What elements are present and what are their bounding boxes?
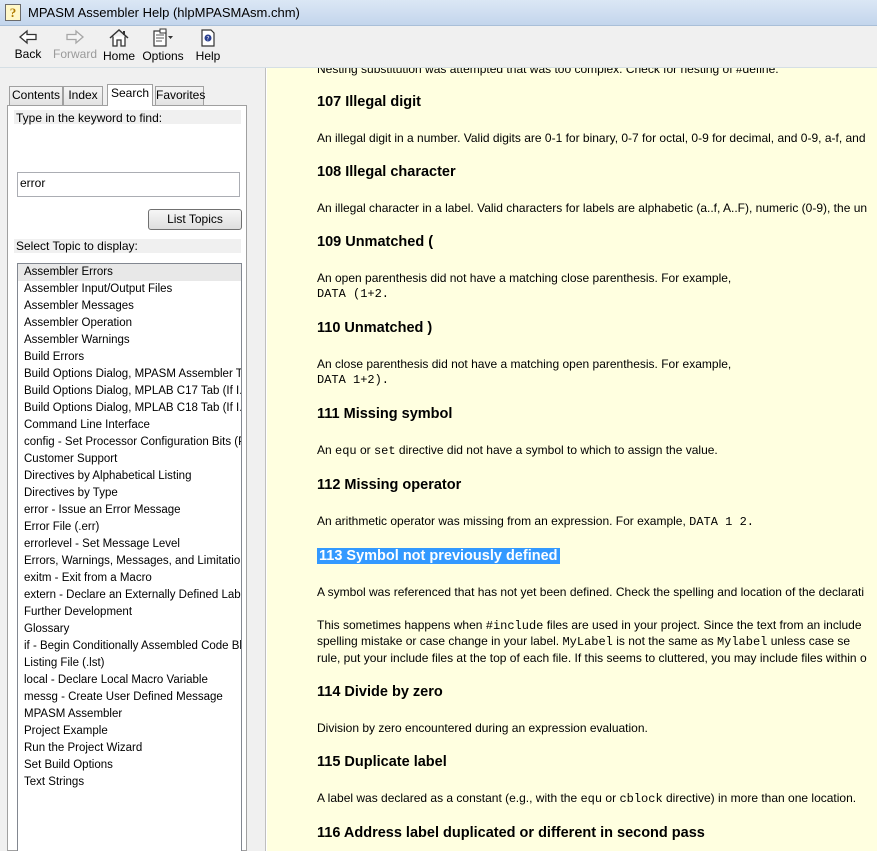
text-109: An open parenthesis did not have a match… (317, 271, 732, 285)
list-item[interactable]: Build Options Dialog, MPLAB C18 Tab (If … (18, 400, 241, 417)
text-111: An equ or set directive did not have a s… (317, 443, 718, 458)
home-label: Home (102, 49, 135, 63)
heading-108: 108 Illegal character (317, 164, 456, 180)
options-button[interactable]: Options (142, 28, 184, 66)
heading-115: 115 Duplicate label (317, 754, 447, 770)
options-menu-icon (153, 28, 173, 47)
list-item[interactable]: Assembler Messages (18, 298, 241, 315)
heading-107: 107 Illegal digit (317, 94, 421, 110)
text-113-p2-line2: spelling mistake or case change in your … (317, 634, 851, 649)
text-107: An illegal digit in a number. Valid digi… (317, 131, 866, 145)
help-label: Help (195, 49, 221, 63)
list-item[interactable]: Directives by Type (18, 485, 241, 502)
heading-112: 112 Missing operator (317, 477, 462, 493)
text-113-p2-line3: rule, put your include files at the top … (317, 651, 867, 665)
forward-label: Forward (52, 47, 97, 61)
list-item[interactable]: Build Options Dialog, MPASM Assembler T.… (18, 366, 241, 383)
back-button[interactable]: Back (10, 28, 46, 66)
home-button[interactable]: Home (102, 28, 136, 66)
search-prompt-label: Type in the keyword to find: (16, 111, 163, 125)
list-item[interactable]: Assembler Errors (18, 264, 241, 281)
tab-index[interactable]: Index (63, 86, 103, 105)
heading-116: 116 Address label duplicated or differen… (317, 825, 705, 841)
heading-114: 114 Divide by zero (317, 684, 443, 700)
list-item[interactable]: local - Declare Local Macro Variable (18, 672, 241, 689)
heading-109: 109 Unmatched ( (317, 234, 434, 250)
list-item[interactable]: messg - Create User Defined Message (18, 689, 241, 706)
search-panel: Type in the keyword to find: error List … (7, 105, 247, 851)
text-113: A symbol was referenced that has not yet… (317, 585, 865, 599)
title-bar: ? MPASM Assembler Help (hlpMPASMAsm.chm) (0, 0, 877, 26)
help-book-icon: ? (5, 4, 21, 21)
list-item[interactable]: Directives by Alphabetical Listing (18, 468, 241, 485)
list-item[interactable]: Customer Support (18, 451, 241, 468)
topic-list[interactable]: Assembler Errors Assembler Input/Output F… (17, 263, 242, 851)
list-item[interactable]: error - Issue an Error Message (18, 502, 241, 519)
help-button[interactable]: ? Help (192, 28, 224, 66)
text-115: A label was declared as a constant (e.g.… (317, 791, 857, 806)
text-110: An close parenthesis did not have a matc… (317, 357, 732, 371)
list-item[interactable]: Text Strings (18, 774, 241, 791)
help-book-icon: ? (201, 29, 215, 47)
list-item[interactable]: Error File (.err) (18, 519, 241, 536)
list-item[interactable]: config - Set Processor Configuration Bit… (18, 434, 241, 451)
window-title: MPASM Assembler Help (hlpMPASMAsm.chm) (28, 5, 300, 20)
text-112: An arithmetic operator was missing from … (317, 514, 754, 529)
tab-contents[interactable]: Contents (9, 86, 63, 105)
list-item[interactable]: Project Example (18, 723, 241, 740)
toolbar: Back Forward Home Options ? Help (0, 26, 877, 68)
tab-favorites[interactable]: Favorites (155, 86, 205, 105)
list-item[interactable]: if - Begin Conditionally Assembled Code … (18, 638, 241, 655)
list-item[interactable]: Command Line Interface (18, 417, 241, 434)
help-content: Nesting substitution was attempted that … (267, 68, 877, 851)
list-topics-button[interactable]: List Topics (148, 209, 242, 230)
list-item[interactable]: extern - Declare an Externally Defined L… (18, 587, 241, 604)
text-114: Division by zero encountered during an e… (317, 721, 648, 735)
list-item[interactable]: Build Errors (18, 349, 241, 366)
list-item[interactable]: Assembler Warnings (18, 332, 241, 349)
forward-button[interactable]: Forward (52, 28, 98, 66)
list-item[interactable]: MPASM Assembler (18, 706, 241, 723)
pane-splitter[interactable] (253, 68, 266, 851)
back-label: Back (14, 47, 42, 61)
list-item[interactable]: Assembler Operation (18, 315, 241, 332)
list-item[interactable]: exitm - Exit from a Macro (18, 570, 241, 587)
tab-search[interactable]: Search (107, 84, 153, 106)
list-item[interactable]: Assembler Input/Output Files (18, 281, 241, 298)
forward-arrow-icon (66, 29, 84, 45)
select-topic-label: Select Topic to display: (16, 239, 138, 253)
list-item[interactable]: Set Build Options (18, 757, 241, 774)
list-item[interactable]: Further Development (18, 604, 241, 621)
list-item[interactable]: errorlevel - Set Message Level (18, 536, 241, 553)
list-item[interactable]: Run the Project Wizard (18, 740, 241, 757)
code-110: DATA 1+2). (317, 373, 390, 387)
search-input[interactable]: error (17, 172, 240, 197)
options-label: Options (142, 49, 184, 63)
text-113-p2: This sometimes happens when #include fil… (317, 618, 862, 633)
list-item[interactable]: Build Options Dialog, MPLAB C17 Tab (If … (18, 383, 241, 400)
heading-110: 110 Unmatched ) (317, 320, 433, 336)
code-109: DATA (1+2. (317, 287, 390, 301)
list-item[interactable]: Glossary (18, 621, 241, 638)
partial-text: Nesting substitution was attempted that … (317, 68, 779, 76)
svg-text:?: ? (206, 36, 209, 43)
back-arrow-icon (19, 29, 37, 45)
home-icon (109, 28, 129, 47)
text-108: An illegal character in a label. Valid c… (317, 201, 868, 215)
list-item[interactable]: Errors, Warnings, Messages, and Limitati… (18, 553, 241, 570)
heading-113-highlighted: 113 Symbol not previously defined (317, 548, 560, 564)
list-item[interactable]: Listing File (.lst) (18, 655, 241, 672)
navigation-pane: Contents Index Search Favorites Type in … (0, 68, 253, 851)
heading-111: 111 Missing symbol (317, 406, 453, 422)
